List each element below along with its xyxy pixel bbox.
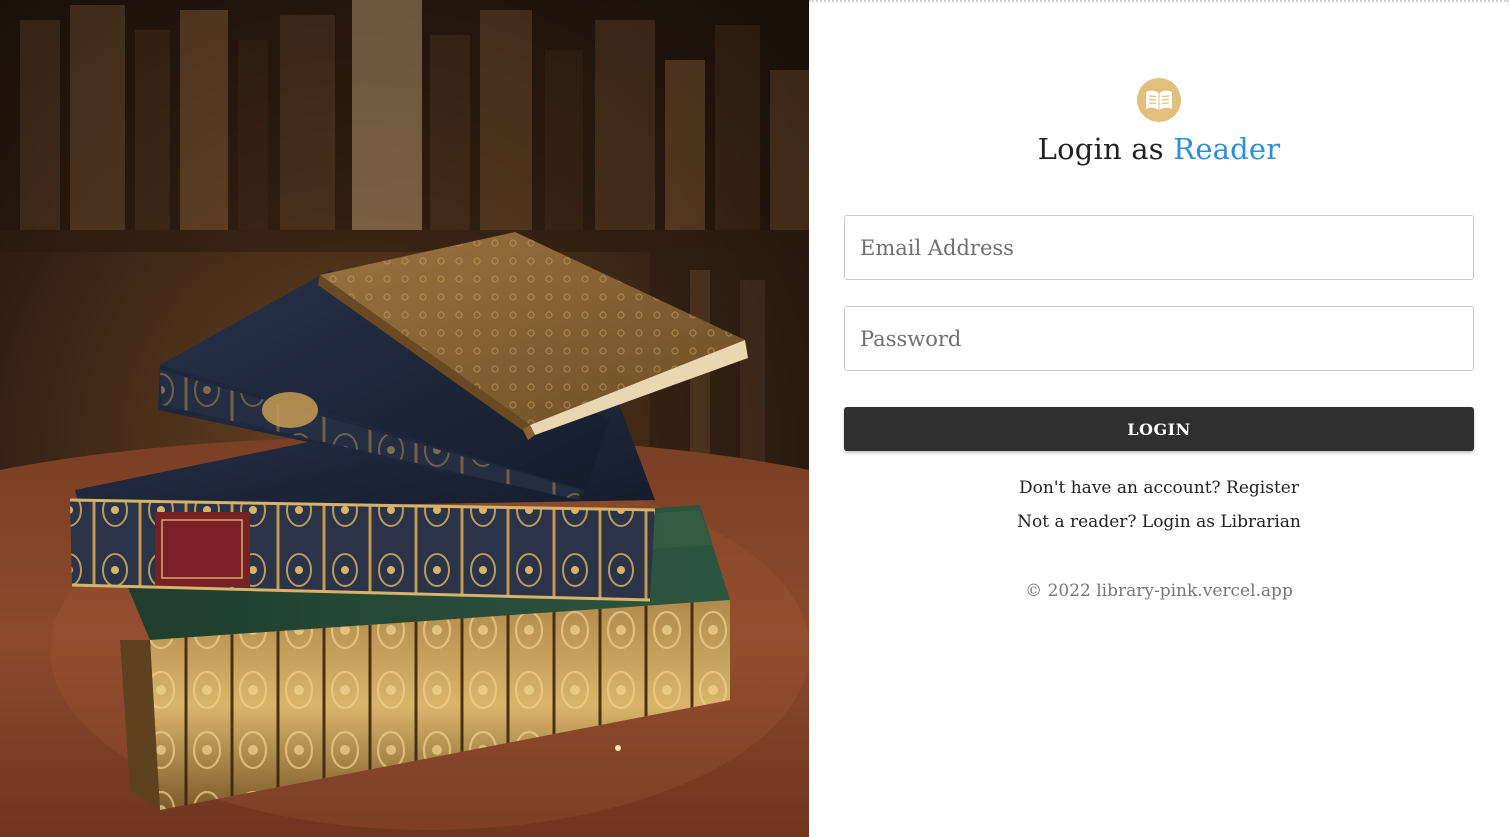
login-button[interactable]: LOGIN xyxy=(844,407,1474,451)
register-link[interactable]: Don't have an account? Register xyxy=(809,478,1509,498)
title-prefix: Login as xyxy=(1037,132,1164,166)
hero-image-books xyxy=(0,0,809,837)
librarian-login-link[interactable]: Not a reader? Login as Librarian xyxy=(809,512,1509,532)
email-field[interactable] xyxy=(844,215,1474,280)
footer-copyright: © 2022 library-pink.vercel.app xyxy=(1025,581,1293,601)
login-panel: Login as Reader LOGIN Don't have an acco… xyxy=(809,0,1509,837)
login-page: Login as Reader LOGIN Don't have an acco… xyxy=(0,0,1509,837)
open-book-icon xyxy=(1137,78,1181,122)
page-title: Login as Reader xyxy=(809,132,1509,166)
title-role: Reader xyxy=(1173,132,1281,166)
password-field[interactable] xyxy=(844,306,1474,371)
